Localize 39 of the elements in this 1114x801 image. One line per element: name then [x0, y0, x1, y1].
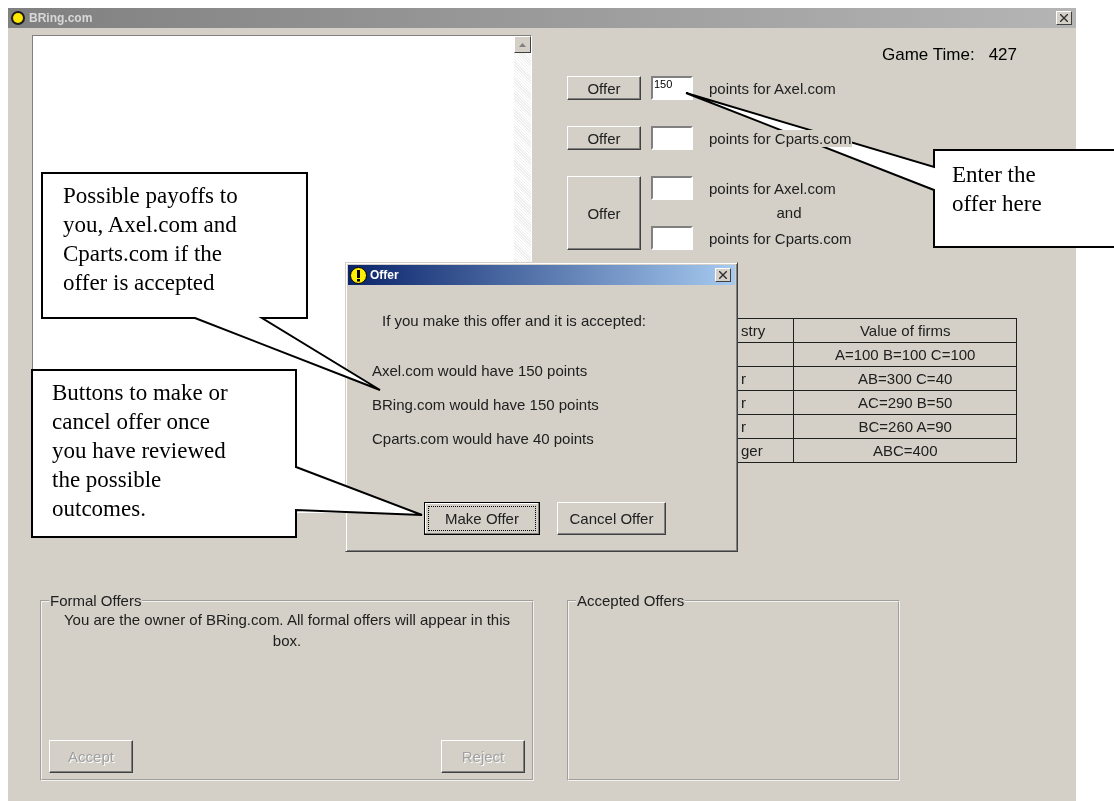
- game-time-label: Game Time:: [882, 45, 975, 65]
- close-icon: [719, 271, 727, 279]
- cancel-offer-button[interactable]: Cancel Offer: [557, 502, 666, 535]
- panel-title: Accepted Offers: [576, 592, 686, 609]
- outcome-text: Axel.com would have 150 points: [372, 362, 589, 381]
- table-cell: AB=300 C=40: [793, 366, 1017, 391]
- table-cell: BC=260 A=90: [793, 414, 1017, 439]
- offer-button[interactable]: Offer: [567, 126, 641, 150]
- window-title: BRing.com: [29, 11, 94, 25]
- callout-text: Enter the offer here: [952, 161, 1042, 218]
- scroll-up-button[interactable]: [514, 36, 531, 53]
- dialog-heading: If you make this offer and it is accepted:: [382, 312, 648, 331]
- exclamation-icon: [350, 266, 367, 284]
- offer-button[interactable]: Offer: [567, 176, 641, 250]
- table-cell: AC=290 B=50: [793, 390, 1017, 415]
- game-time-value: 427: [988, 45, 1017, 65]
- close-button[interactable]: [1056, 11, 1072, 25]
- points-field[interactable]: [651, 176, 693, 200]
- points-field[interactable]: 150: [651, 76, 693, 100]
- points-field[interactable]: [651, 126, 693, 150]
- outcome-text: Cparts.com would have 40 points: [372, 430, 595, 449]
- and-label: and: [775, 203, 803, 223]
- close-icon: [1060, 14, 1068, 22]
- make-offer-button[interactable]: Make Offer: [424, 502, 540, 535]
- close-button[interactable]: [715, 268, 731, 282]
- offer-button[interactable]: Offer: [567, 76, 641, 100]
- table-cell: ABC=400: [793, 438, 1017, 463]
- dialog-title: Offer: [370, 268, 400, 282]
- table-cell: A=100 B=100 C=100: [793, 342, 1017, 367]
- points-label: points for Cparts.com: [709, 129, 852, 147]
- up-arrow-icon: [519, 42, 526, 47]
- formal-offers-message: You are the owner of BRing.com. All formal offers will appear in this box.: [62, 610, 512, 651]
- sun-icon: [10, 10, 26, 26]
- callout-text: Buttons to make or cancel offer once you have reviewed the possible outcomes.: [52, 379, 228, 523]
- panel-title: Formal Offers: [49, 592, 143, 609]
- outcome-text: BRing.com would have 150 points: [372, 396, 600, 415]
- points-field[interactable]: [651, 226, 693, 250]
- callout-text: Possible payoffs to you, Axel.com and Cparts.com if the offer is accepted: [63, 182, 238, 297]
- column-header: Value of firms: [793, 318, 1017, 343]
